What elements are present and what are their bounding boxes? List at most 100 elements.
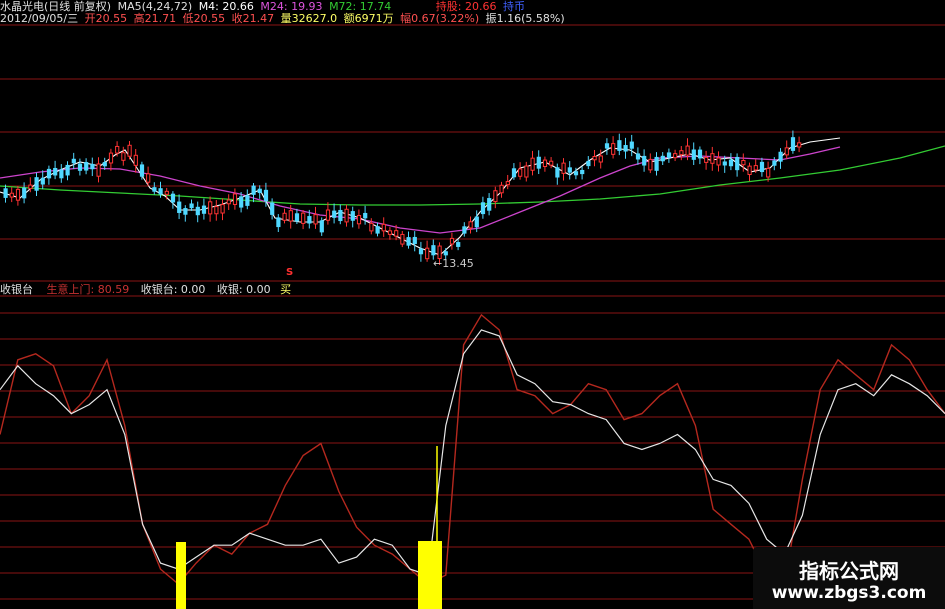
candle-body [251,185,256,195]
info-volume: 量32627.0 [280,12,338,25]
candle-body [381,223,386,232]
indicator-header: 收银台 生意上门: 80.59 收银台: 0.00 收银: 0.00 买 [0,284,294,296]
candle-body [15,188,21,201]
candle-body [282,212,287,221]
candle-body [394,230,399,237]
candle-body [313,214,318,225]
candle-body [294,213,300,222]
candle-body [332,210,337,218]
candle-body [611,143,616,155]
candle-body [214,206,219,215]
candle-body [139,164,145,177]
candle-body [170,193,176,203]
candle-body [220,204,225,214]
candle-body [158,188,163,195]
candle-body [22,187,27,199]
candle-body [325,209,331,221]
candle-body [685,145,690,156]
candle-body [747,165,752,175]
info-high: 高21.71 [133,12,177,25]
candle-body [46,168,52,179]
info-change: 幅0.67(3.22%) [400,12,480,25]
candle-body [418,248,424,255]
candle-body [790,137,796,151]
candle-body [350,211,355,221]
candle-body [449,237,455,245]
candle-body [518,168,523,177]
candle-body [226,199,231,205]
candle-body [784,147,789,156]
candle-body [263,189,269,202]
candle-body [586,160,591,167]
candle-body [598,155,603,163]
sell-signal-marker: S [286,267,293,278]
candle-body [536,156,541,169]
candle-body [239,196,244,208]
candle-body [9,192,14,198]
candle-body [344,208,349,223]
candle-body [28,184,33,190]
candle-body [127,144,132,157]
candle-body [387,230,393,235]
buy-signal-bar [418,541,442,609]
buy-signal-bar [176,542,186,609]
watermark: 指标公式网 www.zbgs3.com [753,547,945,609]
info-low: 低20.55 [182,12,226,25]
candle-body [722,161,727,166]
candle-body [208,201,213,215]
price-candles [3,130,802,265]
candle-body [189,203,194,209]
candle-body [623,145,628,152]
candle-body [772,160,777,166]
info-close: 收21.47 [231,12,275,25]
candle-body [201,205,207,214]
candle-body [499,184,504,194]
candle-body [679,150,684,156]
watermark-title: 指标公式网 [799,559,899,583]
candle-body [468,221,473,229]
candle-body [443,251,448,256]
candle-body [542,159,548,168]
candle-body [704,156,709,163]
info-amount: 额6971万 [343,12,394,25]
candle-body [363,212,368,219]
candle-body [90,163,95,170]
indicator-line-white [0,329,945,576]
candle-body [77,163,83,171]
candle-body [456,242,461,247]
candle-body [530,157,535,171]
candle-body [505,181,510,186]
candle-body [524,165,529,178]
candle-body [797,142,802,148]
stock-chart[interactable]: ←13.45 S [0,0,945,609]
candle-body [759,161,765,173]
candle-body [642,155,647,166]
candle-body [592,156,597,161]
candle-body [660,155,665,162]
candle-body [65,164,70,176]
candle-body [480,202,486,215]
candle-body [115,145,120,154]
candle-body [59,169,64,179]
candle-body [648,158,653,171]
candle-body [710,153,715,164]
low-price-marker: ←13.45 [433,257,474,270]
candle-body [728,159,734,167]
candle-body [741,160,746,166]
candle-body [34,177,39,191]
candle-body [766,167,771,178]
candle-body [108,152,114,164]
candle-body [493,190,498,203]
candle-body [245,195,250,206]
candle-body [338,209,343,222]
candle-body [375,226,380,234]
candle-body [288,210,293,222]
candle-body [276,217,281,228]
indicator-line-red [0,313,945,586]
candle-body [152,187,157,192]
candle-body [257,188,262,194]
info-open: 开20.55 [84,12,128,25]
ohlc-info: 2012/09/05/三 开20.55 高21.71 低20.55 收21.47… [0,13,568,25]
candle-body [567,167,572,173]
candle-body [133,154,138,166]
